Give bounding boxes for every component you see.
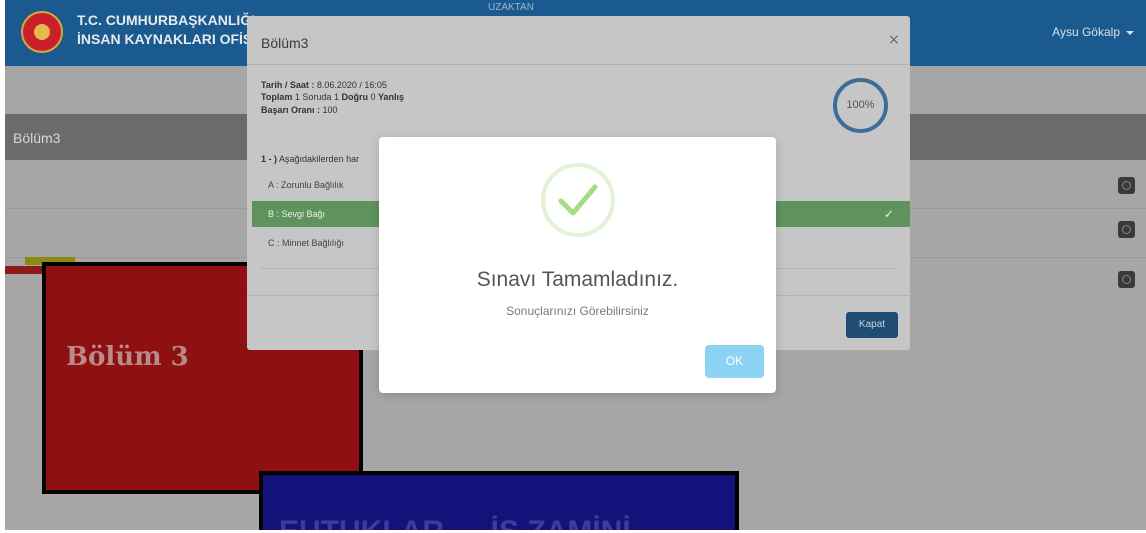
close-icon[interactable]: ×: [888, 32, 900, 48]
presidency-seal-icon[interactable]: [21, 11, 63, 53]
exam-date: Tarih / Saat : 8.06.2020 / 16:05: [261, 80, 387, 90]
play-icon[interactable]: [1118, 271, 1135, 288]
slide-title: EUTUKLAR … İŞ ZAMİNİ: [279, 515, 631, 530]
answer-label: B : Sevgi Bağı: [268, 209, 326, 219]
checkmark-icon: [558, 184, 598, 216]
slide-title: Bölüm 3: [66, 342, 189, 372]
user-menu[interactable]: Aysu Gökalp: [1052, 25, 1134, 39]
lesson-status-icon[interactable]: [1118, 221, 1135, 238]
section-title: Bölüm3: [13, 130, 61, 146]
alert-title: Sınavı Tamamladınız.: [476, 268, 679, 291]
answer-label: A : Zorunlu Bağlılık: [268, 180, 344, 190]
modal-divider: [247, 64, 910, 65]
success-rate: Başarı Oranı : 100: [261, 105, 338, 115]
score-percent: 100%: [846, 99, 875, 111]
completion-alert: Sınavı Tamamladınız. Sonuçlarınızı Göreb…: [379, 137, 776, 393]
org-name-line2: İNSAN KAYNAKLARI OFİSİ: [77, 31, 257, 47]
slide-accent: [5, 266, 45, 274]
score-ring: 100%: [833, 78, 888, 133]
chevron-down-icon: [1126, 30, 1134, 35]
slide-card-blue[interactable]: EUTUKLAR … İŞ ZAMİNİ: [259, 471, 739, 530]
close-button[interactable]: Kapat: [846, 312, 898, 338]
nav-link[interactable]: UZAKTAN: [488, 2, 534, 13]
success-check-icon: [541, 163, 615, 237]
ok-button[interactable]: OK: [705, 345, 764, 378]
exam-totals: Toplam 1 Soruda 1 Doğru 0 Yanlış: [261, 92, 405, 102]
exam-page: T.C. CUMHURBAŞKANLIĞI İNSAN KAYNAKLARI O…: [0, 0, 1146, 533]
modal-title: Bölüm3: [261, 35, 309, 51]
lesson-status-icon[interactable]: [1118, 177, 1135, 194]
check-icon: ✓: [883, 207, 894, 221]
answer-label: C : Minnet Bağlılığı: [268, 238, 345, 248]
page-backdrop: T.C. CUMHURBAŞKANLIĞI İNSAN KAYNAKLARI O…: [5, 0, 1146, 530]
user-name: Aysu Gökalp: [1052, 25, 1120, 39]
org-name-line1: T.C. CUMHURBAŞKANLIĞI: [77, 12, 256, 28]
question-text: 1 - ) Aşağıdakilerden har: [261, 154, 360, 164]
alert-message: Sonuçlarınızı Görebilirsiniz: [506, 304, 649, 318]
